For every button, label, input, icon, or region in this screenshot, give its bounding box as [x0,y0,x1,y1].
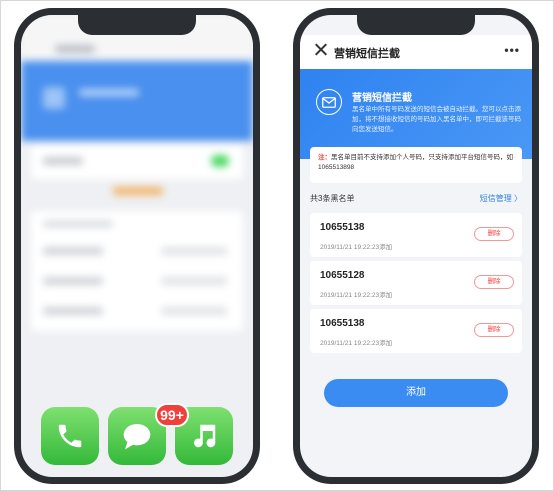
close-icon[interactable] [312,41,330,59]
list-item: 10655138 2019/11/21 19:22:23添加 删除 [310,309,522,353]
blocked-number: 10655138 [320,318,365,329]
delete-button[interactable]: 删除 [474,323,514,337]
banner-description: 黑名单中所有号码发送的短信会被自动拦截。您可以点击添加，将不想接收短信的号码加入… [352,106,521,133]
right-phone-screen: 营销短信拦截 ••• 营销短信拦截 黑名单中所有号码发送的短信会被自动拦截。您可… [300,15,532,477]
right-phone: 营销短信拦截 ••• 营销短信拦截 黑名单中所有号码发送的短信会被自动拦截。您可… [293,8,539,484]
blacklist-header: 共3条黑名单 短信管理 〉 [310,193,522,209]
phone-app-icon[interactable] [41,407,99,465]
added-time: 2019/11/21 19:22:23添加 [320,292,393,299]
delete-button[interactable]: 删除 [474,227,514,241]
phone-notch [78,15,196,35]
phone-icon [58,424,82,448]
banner-title: 营销短信拦截 [352,93,412,104]
mail-icon [316,89,342,115]
notice-prefix: 注： [318,154,331,161]
blocked-number: 10655128 [320,270,365,281]
add-button[interactable]: 添加 [324,379,508,407]
list-item: 10655138 2019/11/21 19:22:23添加 删除 [310,213,522,257]
added-time: 2019/11/21 19:22:23添加 [320,244,393,251]
notice-text: 黑名单目前不支持添加个人号码，只支持添加平台短信号码，如1065513898 [318,154,513,171]
more-menu-icon[interactable]: ••• [504,43,520,57]
page-title: 营销短信拦截 [334,48,400,60]
left-phone-screen: 99+ [21,15,253,477]
title-bar: 营销短信拦截 ••• [300,35,532,69]
delete-button[interactable]: 删除 [474,275,514,289]
notice-box: 注：黑名单目前不支持添加个人号码，只支持添加平台短信号码，如1065513898 [310,147,522,183]
music-icon [194,424,216,448]
added-time: 2019/11/21 19:22:23添加 [320,340,393,347]
blocked-number: 10655138 [320,222,365,233]
left-phone: 99+ [14,8,260,484]
message-icon [123,424,151,450]
blacklist-count: 共3条黑名单 [310,194,355,203]
unread-badge: 99+ [155,403,189,427]
list-item: 10655128 2019/11/21 19:22:23添加 删除 [310,261,522,305]
phone-notch [357,15,475,35]
sms-manage-link[interactable]: 短信管理 〉 [480,193,522,204]
intro-banner: 营销短信拦截 黑名单中所有号码发送的短信会被自动拦截。您可以点击添加，将不想接收… [300,69,532,159]
